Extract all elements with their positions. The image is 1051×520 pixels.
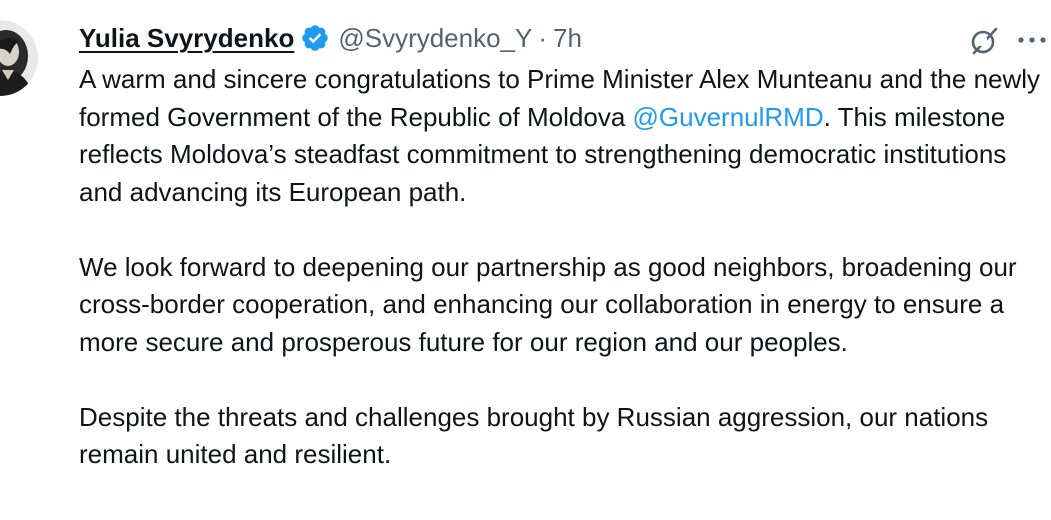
mention-link[interactable]: @GuvernulRMD [633, 102, 824, 132]
separator-dot: · [538, 22, 548, 53]
verified-badge-icon [300, 23, 330, 53]
post-time[interactable]: 7h [553, 23, 582, 54]
paragraph-1: A warm and sincere congratulations to Pr… [79, 61, 1047, 211]
display-name[interactable]: Yulia Svyrydenko [79, 23, 294, 54]
paragraph-3: Despite the threats and challenges broug… [79, 401, 989, 470]
paragraph-2: We look forward to deepening our partner… [79, 251, 1017, 357]
more-options-icon[interactable] [1015, 30, 1049, 50]
user-handle[interactable]: @Svyrydenko_Y [338, 23, 532, 54]
avatar[interactable] [0, 20, 56, 96]
grok-icon[interactable] [967, 24, 1001, 58]
tweet[interactable]: Yulia Svyrydenko @Svyrydenko_Y · 7h A wa… [0, 0, 1051, 520]
tweet-text: A warm and sincere congratulations to Pr… [79, 61, 1047, 474]
tweet-header: Yulia Svyrydenko @Svyrydenko_Y · 7h [79, 20, 582, 56]
